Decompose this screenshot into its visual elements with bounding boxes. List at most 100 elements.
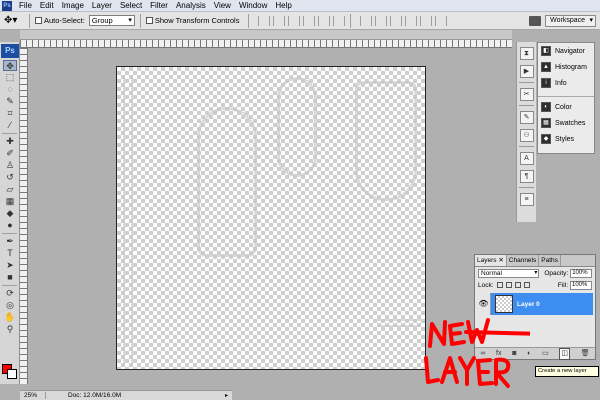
styles-panel-button[interactable]: ◆ Styles: [538, 131, 594, 147]
eraser-tool-icon[interactable]: ▱: [3, 184, 17, 195]
info-icon: i: [541, 78, 551, 88]
stamp-tool-icon[interactable]: ♙: [3, 160, 17, 171]
history-brush-tool-icon[interactable]: ↺: [3, 172, 17, 183]
histogram-icon: ▲: [541, 62, 551, 72]
character-icon[interactable]: A: [519, 152, 534, 165]
quick-select-tool-icon[interactable]: ✎: [3, 96, 17, 107]
move-tool-icon[interactable]: ✥: [3, 60, 17, 71]
fill-input[interactable]: 100%: [570, 280, 592, 290]
tab-channels[interactable]: Channels: [507, 255, 540, 266]
menu-file[interactable]: File: [15, 0, 36, 12]
history-icon[interactable]: ⧗: [519, 47, 534, 60]
vertical-ruler[interactable]: [20, 48, 28, 384]
align-right-icon[interactable]: [333, 15, 346, 26]
lasso-tool-icon[interactable]: ◌: [3, 84, 17, 95]
align-top-icon[interactable]: [258, 15, 271, 26]
workspace-button[interactable]: Workspace: [545, 15, 596, 27]
separator: [248, 13, 250, 28]
distribute-bottom-icon[interactable]: [390, 15, 403, 26]
show-transform-checkbox[interactable]: [145, 17, 153, 24]
lock-transparent-icon[interactable]: [496, 282, 503, 288]
align-hcenter-icon[interactable]: [318, 15, 331, 26]
distribute-left-icon[interactable]: [405, 15, 418, 26]
opacity-input[interactable]: 100%: [570, 268, 592, 278]
auto-select-checkbox[interactable]: [35, 17, 42, 24]
swatches-panel-button[interactable]: ▦ Swatches: [538, 115, 594, 131]
status-menu-arrow-icon[interactable]: ▸: [225, 392, 228, 399]
separator: [519, 187, 534, 188]
align-left-icon[interactable]: [303, 15, 316, 26]
notes-icon[interactable]: ≡: [519, 193, 534, 206]
align-bottom-icon[interactable]: [288, 15, 301, 26]
auto-select-dropdown[interactable]: Group: [88, 15, 135, 26]
background-color-swatch[interactable]: [7, 369, 17, 379]
clone-source-icon[interactable]: ⚇: [519, 129, 534, 142]
lock-image-icon[interactable]: [505, 282, 512, 288]
shape-tool-icon[interactable]: ■: [3, 272, 17, 283]
color-panel-button[interactable]: ◐ Color: [538, 99, 594, 115]
layers-panel-tabs: Layers ✕ Channels Paths: [475, 255, 595, 267]
handwritten-annotation: [424, 318, 530, 388]
menu-view[interactable]: View: [210, 0, 235, 12]
menu-select[interactable]: Select: [116, 0, 146, 12]
annotation-arrow-shaft: [464, 330, 530, 336]
info-panel-button[interactable]: i Info: [538, 75, 594, 91]
new-layer-icon[interactable]: ◫: [559, 347, 571, 360]
blur-tool-icon[interactable]: ◆: [3, 208, 17, 219]
crop-tool-icon[interactable]: ⌗: [3, 108, 17, 119]
pen-tool-icon[interactable]: ✒: [3, 236, 17, 247]
distribute-right-icon[interactable]: [435, 15, 448, 26]
move-tool-preset-icon[interactable]: ✥▾: [4, 14, 24, 28]
menu-window[interactable]: Window: [235, 0, 271, 12]
menu-help[interactable]: Help: [271, 0, 295, 12]
3d-orbit-tool-icon[interactable]: ◎: [3, 300, 17, 311]
blend-mode-dropdown[interactable]: Normal: [478, 268, 540, 278]
gradient-tool-icon[interactable]: ▦: [3, 196, 17, 207]
histogram-panel-button[interactable]: ▲ Histogram: [538, 59, 594, 75]
menu-filter[interactable]: Filter: [146, 0, 172, 12]
3d-rotate-tool-icon[interactable]: ⟳: [3, 288, 17, 299]
trash-icon[interactable]: 🗑: [581, 349, 590, 359]
menu-analysis[interactable]: Analysis: [172, 0, 210, 12]
lock-position-icon[interactable]: [514, 282, 521, 288]
horizontal-ruler[interactable]: [20, 40, 512, 48]
paragraph-icon[interactable]: ¶: [519, 170, 534, 183]
zoom-level[interactable]: 25%: [20, 392, 46, 399]
align-vcenter-icon[interactable]: [273, 15, 286, 26]
eyedropper-tool-icon[interactable]: ⁄: [3, 120, 17, 131]
workspace-icon[interactable]: [529, 16, 542, 26]
ghost-outline: [355, 81, 417, 201]
marquee-tool-icon[interactable]: ⬚: [3, 72, 17, 83]
menu-image[interactable]: Image: [58, 0, 88, 12]
lock-all-icon[interactable]: [523, 282, 530, 288]
brush-tool-icon[interactable]: ✐: [3, 148, 17, 159]
tool-presets-icon[interactable]: ✂: [519, 88, 534, 101]
tab-layers[interactable]: Layers ✕: [475, 255, 507, 266]
ghost-outline: [197, 107, 257, 257]
healing-tool-icon[interactable]: ✚: [3, 136, 17, 147]
dodge-tool-icon[interactable]: ●: [3, 220, 17, 231]
tab-layers-label: Layers: [477, 257, 497, 264]
zoom-tool-icon[interactable]: ⚲: [3, 324, 17, 335]
separator: [2, 133, 17, 134]
separator: [2, 285, 17, 286]
distribute-vcenter-icon[interactable]: [375, 15, 388, 26]
tab-paths[interactable]: Paths: [539, 255, 561, 266]
actions-icon[interactable]: ▶: [519, 65, 534, 78]
hand-tool-icon[interactable]: ✋: [3, 312, 17, 323]
distribute-top-icon[interactable]: [360, 15, 373, 26]
separator: [350, 13, 352, 28]
path-select-tool-icon[interactable]: ➤: [3, 260, 17, 271]
group-icon[interactable]: ▭: [542, 349, 549, 359]
menu-edit[interactable]: Edit: [36, 0, 58, 12]
layer-name[interactable]: Layer 0: [517, 301, 540, 308]
styles-icon: ◆: [541, 134, 551, 144]
brushes-icon[interactable]: ✎: [519, 111, 534, 124]
distribute-hcenter-icon[interactable]: [420, 15, 433, 26]
type-tool-icon[interactable]: T: [3, 248, 17, 259]
menu-layer[interactable]: Layer: [88, 0, 116, 12]
document-canvas[interactable]: [116, 66, 426, 370]
navigator-panel-button[interactable]: ◧ Navigator: [538, 43, 594, 59]
distribute-buttons: [360, 15, 448, 26]
annotation-letter-l: [424, 356, 440, 384]
